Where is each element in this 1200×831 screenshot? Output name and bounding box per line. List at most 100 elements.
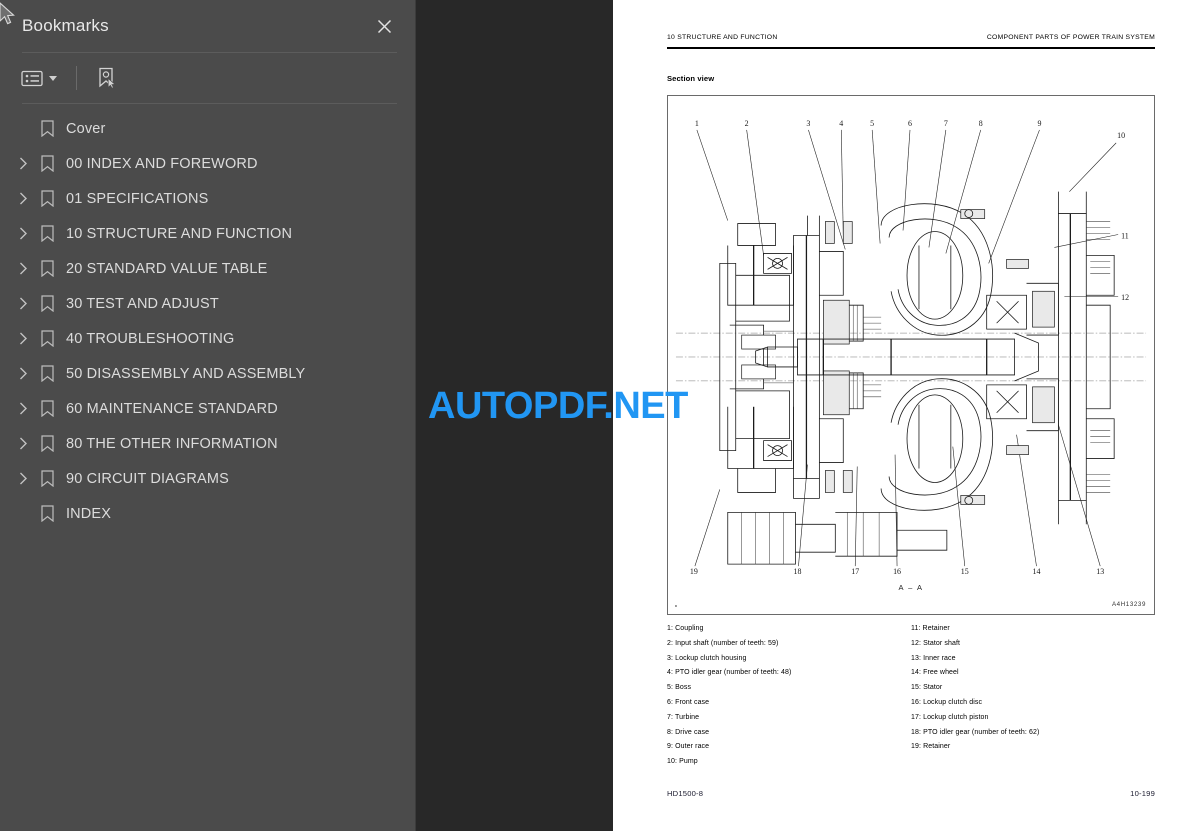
legend-entry: 3: Lockup clutch housing bbox=[667, 654, 747, 662]
legend-entry: 13: Inner race bbox=[911, 654, 956, 662]
legend-entry: 19: Retainer bbox=[911, 743, 951, 751]
svg-text:13: 13 bbox=[1096, 567, 1104, 576]
svg-text:2: 2 bbox=[745, 119, 749, 128]
svg-text:16: 16 bbox=[893, 567, 901, 576]
bookmark-item[interactable]: 20 STANDARD VALUE TABLE bbox=[0, 251, 415, 286]
bookmark-icon bbox=[34, 468, 60, 490]
technical-drawing-figure: .ln { stroke:#1a1a1a; stroke-width:0.8; … bbox=[667, 95, 1155, 615]
svg-text:10: 10 bbox=[1117, 131, 1125, 140]
legend-entry: 11: Retainer bbox=[911, 625, 950, 632]
legend-entry: 12: Stator shaft bbox=[911, 639, 961, 647]
svg-text:12: 12 bbox=[1121, 293, 1129, 302]
bookmark-label: Cover bbox=[66, 120, 106, 137]
callout-numbers-right: 11 12 bbox=[1121, 231, 1129, 302]
toolbar-divider bbox=[76, 66, 77, 90]
callout-numbers-bottom: 19 18 17 16 15 14 13 bbox=[690, 567, 1104, 576]
bookmark-item[interactable]: 80 THE OTHER INFORMATION bbox=[0, 426, 415, 461]
bookmark-select-icon[interactable] bbox=[93, 63, 121, 93]
bookmark-item[interactable]: 30 TEST AND ADJUST bbox=[0, 286, 415, 321]
svg-text:5: 5 bbox=[870, 119, 874, 128]
cross-section-svg: .ln { stroke:#1a1a1a; stroke-width:0.8; … bbox=[675, 119, 1147, 607]
bookmark-item[interactable]: 00 INDEX AND FOREWORD bbox=[0, 146, 415, 181]
figure-legend: 1: Coupling 2: Input shaft (number of tee… bbox=[667, 622, 1155, 770]
legend-entry: 18: PTO idler gear (number of teeth: 62) bbox=[911, 728, 1040, 736]
legend-entry: 7: Turbine bbox=[667, 713, 700, 721]
legend-column-right: 11: Retainer 12: Stator shaft 13: Inner ra… bbox=[911, 622, 1155, 770]
svg-text:8: 8 bbox=[979, 119, 983, 128]
bookmark-icon bbox=[34, 223, 60, 245]
chevron-right-icon[interactable] bbox=[12, 153, 34, 175]
bookmark-label: 40 TROUBLESHOOTING bbox=[66, 330, 235, 347]
chevron-right-icon[interactable] bbox=[12, 223, 34, 245]
callout-numbers-top: 1 2 3 4 5 6 7 8 9 10 bbox=[695, 119, 1125, 140]
chevron-right-icon[interactable] bbox=[12, 258, 34, 280]
bookmark-label: 10 STRUCTURE AND FUNCTION bbox=[66, 225, 293, 242]
legend-entry: 2: Input shaft (number of teeth: 59) bbox=[667, 639, 779, 647]
bookmark-label: 80 THE OTHER INFORMATION bbox=[66, 435, 278, 452]
chevron-right-icon[interactable] bbox=[12, 398, 34, 420]
bookmark-item[interactable]: 01 SPECIFICATIONS bbox=[0, 181, 415, 216]
chevron-right-icon[interactable] bbox=[12, 363, 34, 385]
bookmark-item[interactable]: 60 MAINTENANCE STANDARD bbox=[0, 391, 415, 426]
bookmarks-toolbar bbox=[0, 53, 415, 103]
legend-entry: 10: Pump bbox=[667, 758, 698, 766]
bookmark-item[interactable]: 40 TROUBLESHOOTING bbox=[0, 321, 415, 356]
bookmark-label: 50 DISASSEMBLY AND ASSEMBLY bbox=[66, 365, 306, 382]
chevron-right-icon[interactable] bbox=[12, 328, 34, 350]
bookmark-item[interactable]: Cover bbox=[0, 111, 415, 146]
header-rule bbox=[667, 47, 1155, 49]
svg-text:11: 11 bbox=[1121, 231, 1129, 240]
svg-text:6: 6 bbox=[908, 119, 912, 128]
legend-column-left: 1: Coupling 2: Input shaft (number of tee… bbox=[667, 622, 911, 770]
bookmark-icon bbox=[34, 188, 60, 210]
bookmark-label: INDEX bbox=[66, 505, 112, 522]
bookmark-icon bbox=[34, 258, 60, 280]
chevron-right-icon[interactable] bbox=[12, 188, 34, 210]
bookmark-icon bbox=[34, 118, 60, 140]
pdf-viewer-window: Bookmarks Cover 00 INDEX AND FOREWORD 01… bbox=[0, 0, 1200, 831]
header-left-text: 10 STRUCTURE AND FUNCTION bbox=[667, 34, 778, 41]
bookmark-icon bbox=[34, 153, 60, 175]
footer-page-number: 10-199 bbox=[1130, 789, 1155, 798]
bookmark-item[interactable]: INDEX bbox=[0, 496, 415, 531]
legend-entry: 4: PTO idler gear (number of teeth: 48) bbox=[667, 669, 792, 677]
svg-text:1: 1 bbox=[695, 119, 699, 128]
bookmark-icon bbox=[34, 363, 60, 385]
bookmark-icon bbox=[34, 398, 60, 420]
legend-entry: 8: Drive case bbox=[667, 728, 710, 736]
bookmark-icon bbox=[34, 433, 60, 455]
bookmark-label: 30 TEST AND ADJUST bbox=[66, 295, 219, 312]
section-aa-label: A – A bbox=[898, 583, 924, 592]
chevron-right-icon[interactable] bbox=[12, 433, 34, 455]
pdf-page: 10 STRUCTURE AND FUNCTION COMPONENT PART… bbox=[613, 0, 1200, 831]
document-viewer[interactable]: 10 STRUCTURE AND FUNCTION COMPONENT PART… bbox=[416, 0, 1200, 831]
bookmarks-panel-header: Bookmarks bbox=[0, 0, 415, 52]
footer-model: HD1500-8 bbox=[667, 789, 704, 798]
pto-idler-gear bbox=[727, 511, 948, 565]
drawing-code: A4H13239 bbox=[1111, 601, 1146, 608]
bookmark-item[interactable]: 50 DISASSEMBLY AND ASSEMBLY bbox=[0, 356, 415, 391]
bookmark-label: 01 SPECIFICATIONS bbox=[66, 190, 209, 207]
bookmark-icon bbox=[34, 293, 60, 315]
bookmarks-sidebar: Bookmarks Cover 00 INDEX AND FOREWORD 01… bbox=[0, 0, 416, 831]
svg-text:3: 3 bbox=[806, 119, 810, 128]
svg-text:9: 9 bbox=[1037, 119, 1041, 128]
legend-entry: 6: Front case bbox=[667, 698, 710, 706]
chevron-right-icon[interactable] bbox=[12, 468, 34, 490]
svg-text:14: 14 bbox=[1033, 567, 1041, 576]
svg-text:15: 15 bbox=[961, 567, 969, 576]
close-icon[interactable] bbox=[371, 13, 397, 39]
svg-text:7: 7 bbox=[944, 119, 948, 128]
legend-entry: 16: Lockup clutch disc bbox=[911, 698, 983, 706]
bookmark-item[interactable]: 10 STRUCTURE AND FUNCTION bbox=[0, 216, 415, 251]
section-view-label: Section view bbox=[667, 74, 715, 83]
chevron-right-icon[interactable] bbox=[12, 293, 34, 315]
bookmark-item[interactable]: 90 CIRCUIT DIAGRAMS bbox=[0, 461, 415, 496]
list-options-icon[interactable] bbox=[18, 63, 60, 93]
legend-entry: 1: Coupling bbox=[667, 625, 704, 632]
bookmark-label: 20 STANDARD VALUE TABLE bbox=[66, 260, 268, 277]
legend-entry: 17: Lockup clutch piston bbox=[911, 713, 989, 721]
bookmark-icon bbox=[34, 328, 60, 350]
bookmark-icon bbox=[34, 503, 60, 525]
svg-text:17: 17 bbox=[851, 567, 859, 576]
